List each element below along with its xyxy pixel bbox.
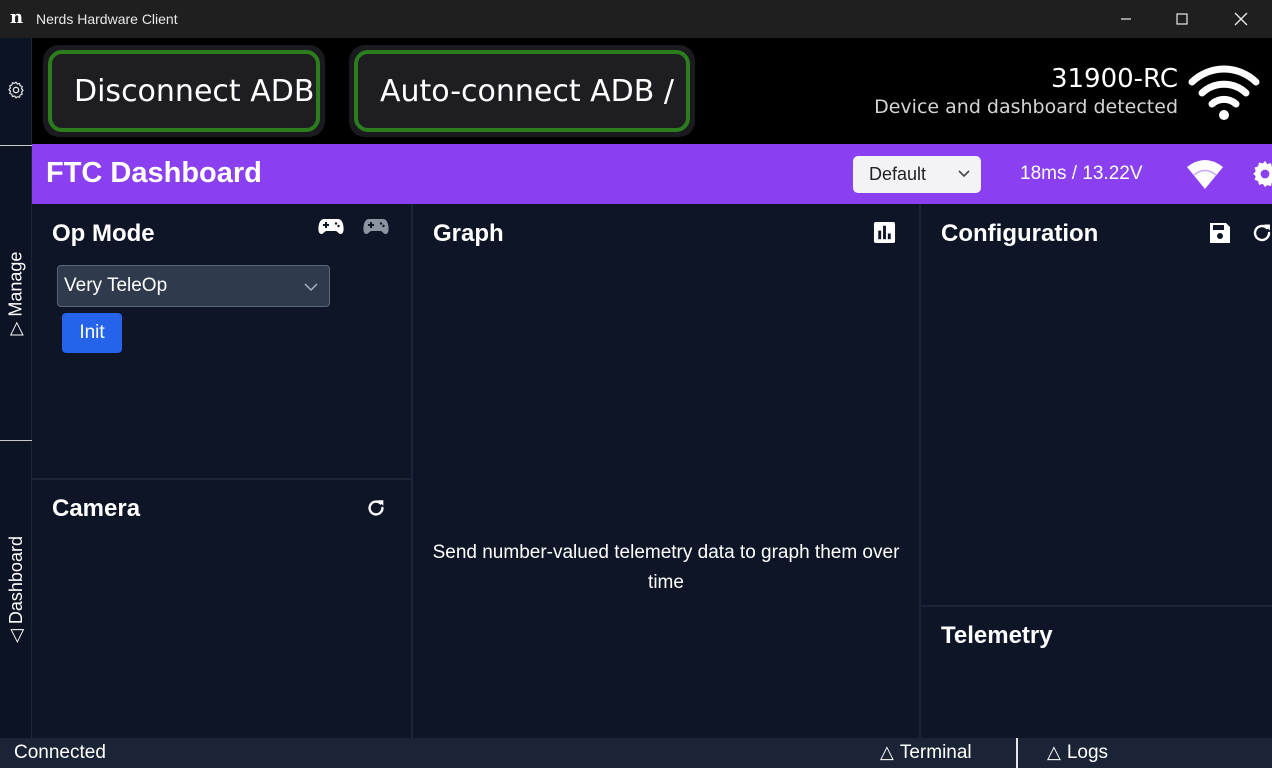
sidebar-tab-dashboard[interactable]: ◁ Dashboard [0, 441, 32, 738]
settings-gear-icon[interactable] [6, 80, 26, 100]
save-icon[interactable] [1208, 221, 1232, 245]
graph-empty-message: Send number-valued telemetry data to gra… [432, 542, 900, 593]
window-titlebar: n Nerds Hardware Client [0, 0, 1272, 38]
sidebar: ▷ Manage ◁ Dashboard [0, 38, 32, 738]
disconnect-adb-button[interactable]: Disconnect ADB [43, 45, 325, 137]
configuration-title: Configuration [941, 220, 1099, 247]
sidebar-tab-manage[interactable]: ▷ Manage [0, 146, 32, 440]
triangle-right-icon: ▷ [5, 321, 26, 335]
logs-button[interactable]: △ Logs [1047, 742, 1108, 764]
device-name: 31900-RC [1050, 64, 1178, 94]
close-icon [1234, 12, 1248, 26]
layout-select-value: Default [869, 164, 927, 184]
close-button[interactable] [1212, 0, 1270, 38]
config-refresh-icon[interactable] [1252, 221, 1272, 245]
panel-divider [411, 204, 413, 738]
gamepad-1-icon[interactable] [318, 215, 344, 237]
minimize-button[interactable] [1097, 0, 1155, 38]
terminal-button[interactable]: △ Terminal [880, 742, 972, 764]
gamepad-2-icon[interactable] [363, 215, 389, 237]
device-status: Device and dashboard detected [874, 96, 1178, 118]
init-button[interactable]: Init [62, 313, 122, 353]
dashboard-header: FTC Dashboard Default 18ms / 13.22V [32, 144, 1272, 204]
bar-chart-icon[interactable] [873, 221, 896, 244]
telemetry-title: Telemetry [941, 622, 1053, 649]
opmode-select-value: Very TeleOp [64, 275, 168, 296]
triangle-up-icon: △ [880, 742, 894, 762]
connection-status: Connected [14, 742, 106, 763]
panel-divider [32, 478, 411, 480]
panel-divider [919, 204, 921, 738]
autoconnect-adb-label: Auto-connect ADB / I [380, 73, 690, 109]
minimize-icon [1121, 18, 1131, 20]
statusbar-divider [1016, 738, 1018, 768]
chevron-down-icon [958, 170, 970, 178]
panel-divider [921, 605, 1272, 607]
adb-toolbar: Disconnect ADB Auto-connect ADB / I 3190… [32, 38, 1272, 144]
triangle-up-icon: △ [1047, 742, 1061, 762]
tab-manage-label: ▷ Manage [5, 251, 26, 335]
app-logo-icon: n [10, 7, 24, 28]
status-bar: Connected △ Terminal △ Logs [0, 738, 1272, 768]
maximize-icon [1176, 13, 1188, 25]
window-title: Nerds Hardware Client [36, 11, 178, 27]
autoconnect-adb-button[interactable]: Auto-connect ADB / I [349, 45, 695, 137]
refresh-icon[interactable] [365, 497, 387, 519]
disconnect-adb-label: Disconnect ADB [74, 73, 315, 109]
chevron-down-icon [304, 283, 318, 292]
dashboard-panels: Op Mode Very TeleOp Init Camera Graph Se… [32, 204, 1272, 738]
wifi-icon [1188, 65, 1260, 120]
layout-select[interactable]: Default [853, 156, 981, 193]
dashboard-settings-gear-icon[interactable] [1250, 159, 1272, 189]
camera-title: Camera [52, 495, 141, 522]
tab-dashboard-label: ◁ Dashboard [5, 536, 26, 643]
opmode-title: Op Mode [52, 220, 155, 247]
dashboard-title: FTC Dashboard [46, 157, 262, 189]
connection-wifi-icon [1187, 160, 1223, 189]
maximize-button[interactable] [1153, 0, 1211, 38]
opmode-select[interactable]: Very TeleOp [57, 265, 330, 307]
latency-voltage-readout: 18ms / 13.22V [1020, 163, 1143, 184]
triangle-left-icon: ◁ [5, 629, 26, 643]
graph-title: Graph [433, 220, 504, 247]
